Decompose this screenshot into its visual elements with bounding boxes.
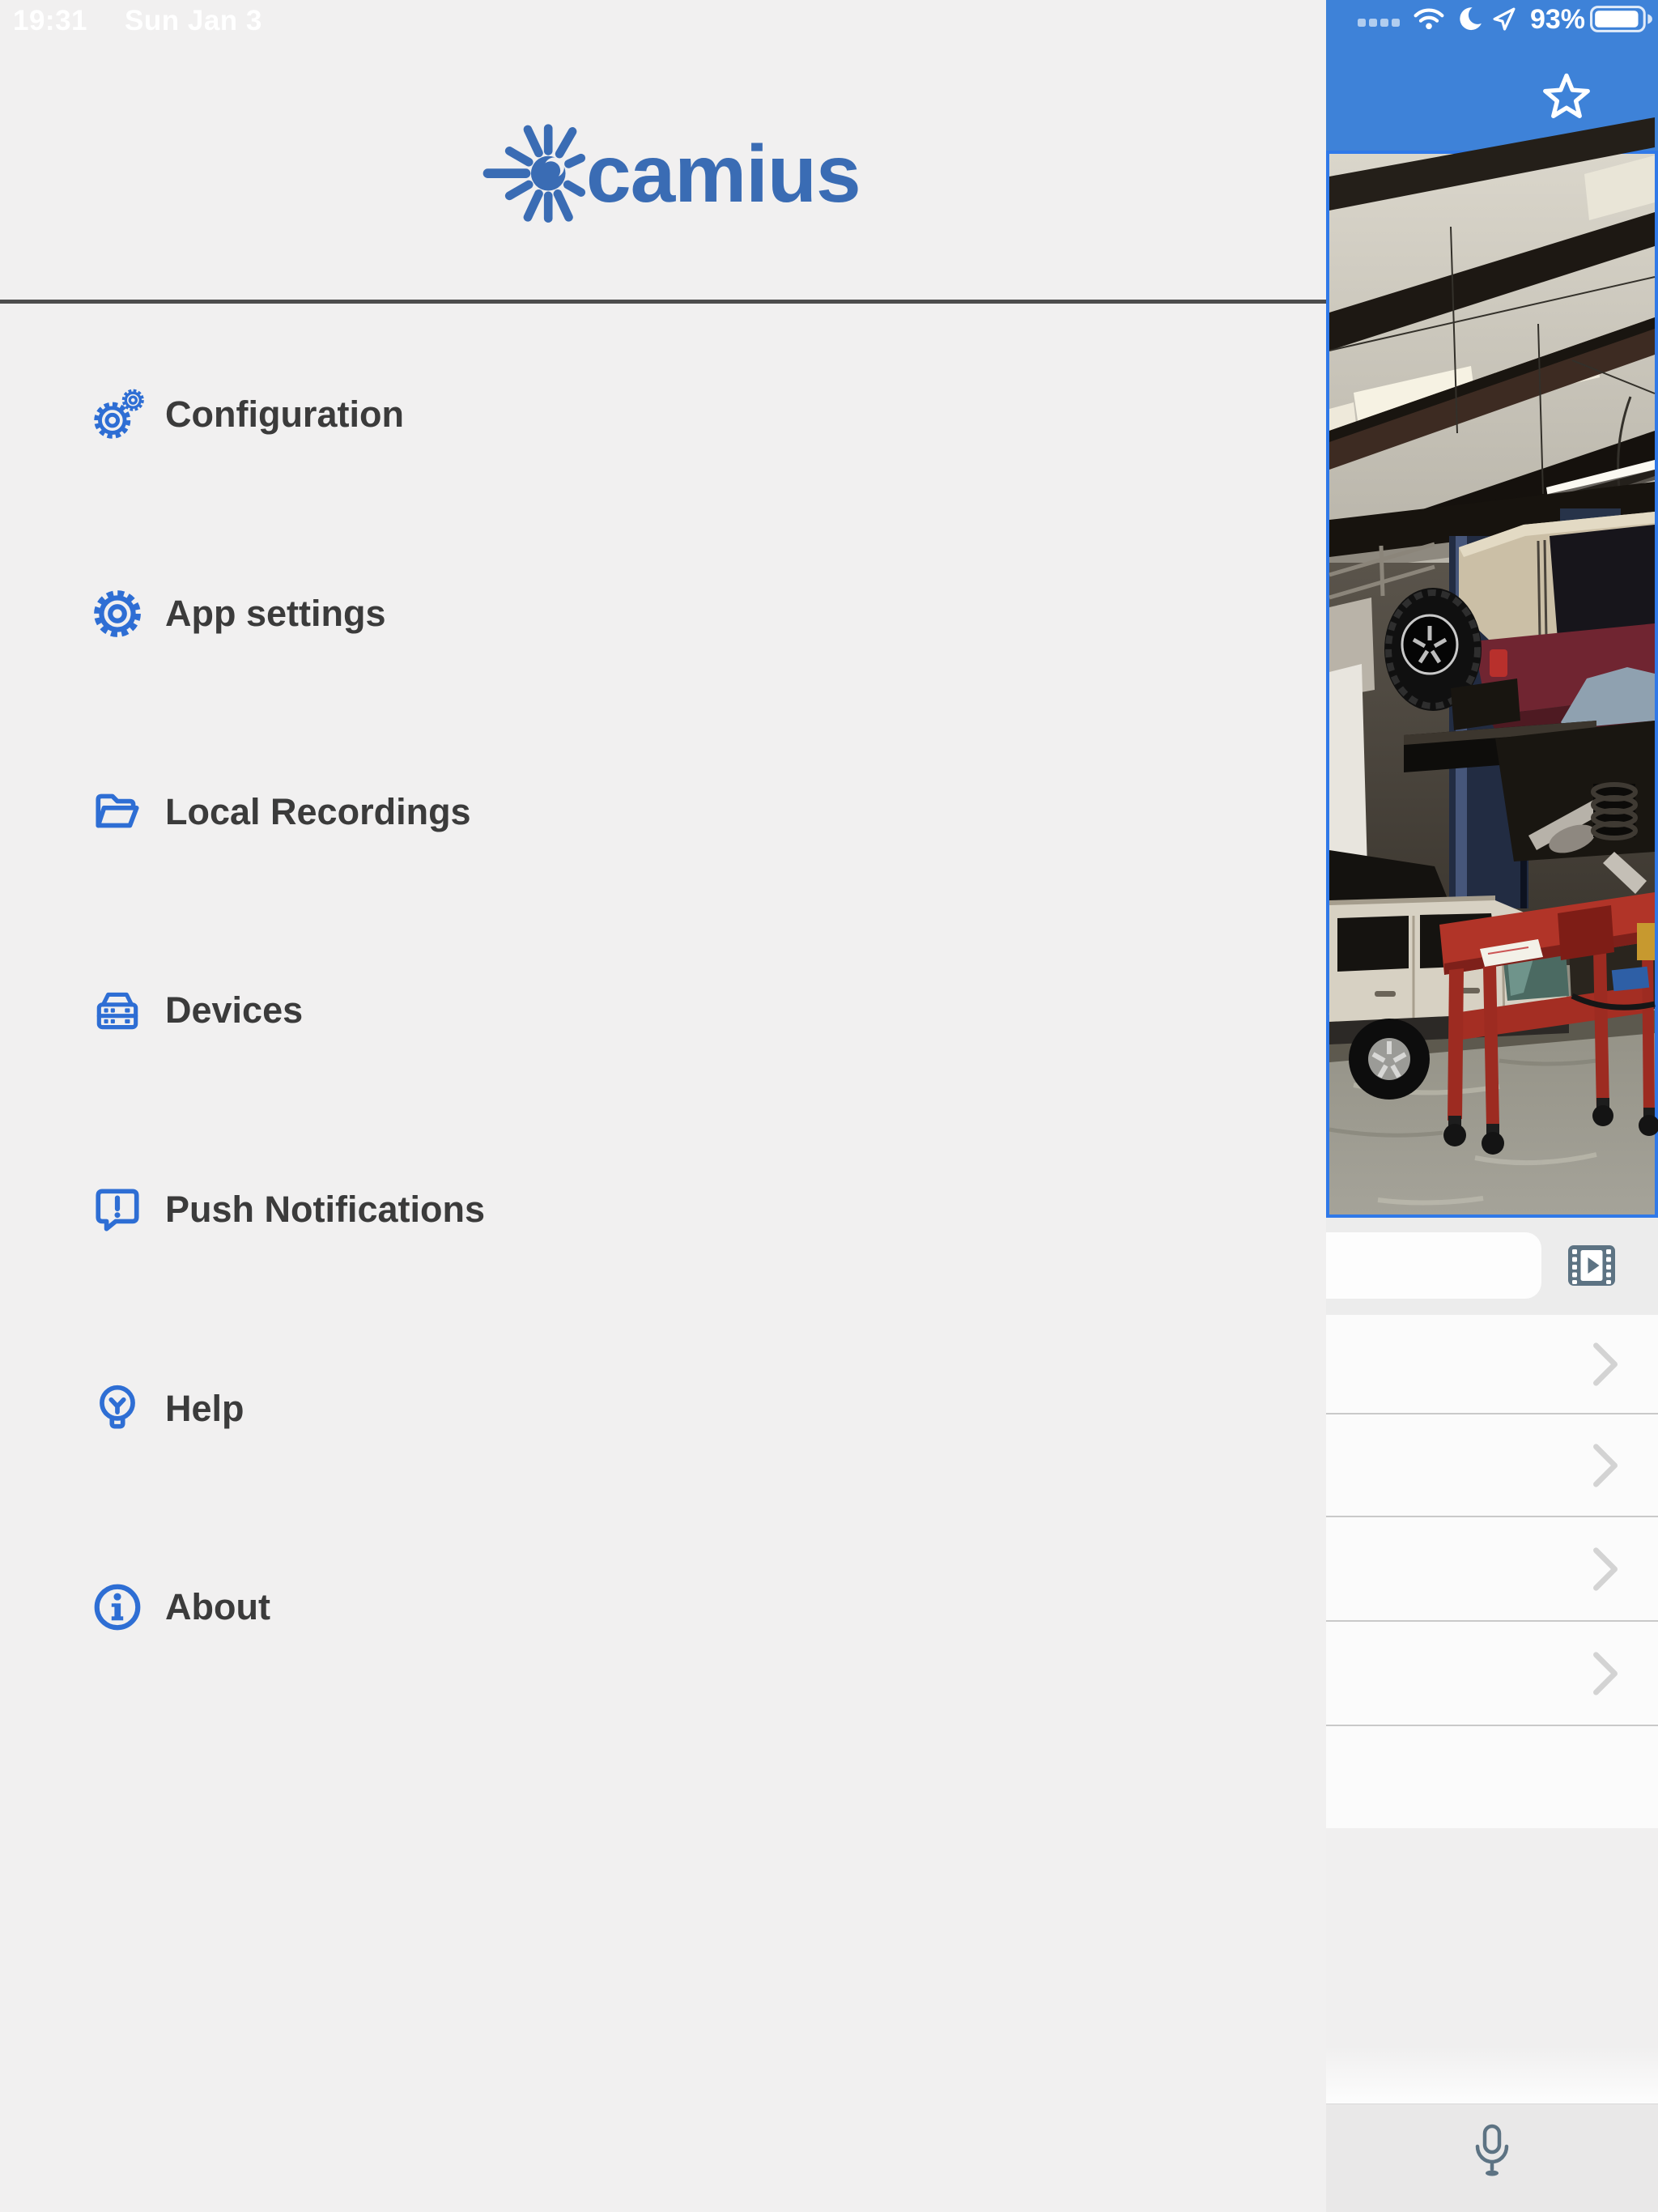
folder-icon (91, 785, 144, 839)
content-background (1326, 1828, 1658, 2104)
list-row[interactable] (1326, 1315, 1658, 1414)
location-arrow-icon (1493, 7, 1516, 30)
drawer-item-devices[interactable]: Devices (0, 964, 1326, 1057)
statusbar-left: 19:31 Sun Jan 3 (13, 5, 262, 37)
dvr-icon (91, 984, 144, 1037)
drawer-item-label: Help (165, 1388, 244, 1430)
drawer-item-label: Local Recordings (165, 791, 471, 833)
camera-toolbar (1326, 1218, 1658, 1315)
chevron-right-icon (1592, 1546, 1621, 1593)
chevron-right-icon (1592, 1341, 1621, 1388)
chevron-right-icon (1592, 1442, 1621, 1489)
drawer-item-label: Push Notifications (165, 1189, 485, 1231)
chevron-right-icon (1592, 1650, 1621, 1697)
film-play-icon (1566, 1240, 1618, 1291)
camera-snapshot-image (1329, 154, 1655, 1214)
playback-button[interactable] (1566, 1240, 1618, 1291)
drawer-item-configuration[interactable]: Configuration (0, 368, 1326, 461)
drawer-item-local-recordings[interactable]: Local Recordings (0, 766, 1326, 858)
talk-button[interactable] (1471, 2124, 1513, 2182)
gear-icon (91, 587, 144, 640)
camera-live-view-tile[interactable] (1326, 151, 1658, 1218)
statusbar-time: 19:31 (13, 5, 87, 36)
wifi-icon (1414, 7, 1444, 30)
drawer-divider (0, 300, 1326, 304)
brand-logo: camius (0, 113, 1326, 235)
drawer-item-push-notifications[interactable]: Push Notifications (0, 1163, 1326, 1256)
drawer-item-about[interactable]: About (0, 1561, 1326, 1653)
dnd-moon-icon (1458, 6, 1482, 31)
toolbar-pill[interactable] (1305, 1232, 1541, 1299)
side-drawer: 19:31 Sun Jan 3 camius (0, 0, 1326, 2212)
drawer-item-app-settings[interactable]: App settings (0, 568, 1326, 660)
drawer-item-help[interactable]: Help (0, 1363, 1326, 1455)
camius-sunburst-icon (481, 120, 585, 223)
drawer-item-label: Configuration (165, 393, 404, 436)
list-row[interactable] (1326, 1517, 1658, 1622)
lightbulb-icon (91, 1382, 144, 1436)
bottom-toolbar (1326, 2104, 1658, 2212)
battery-icon (1590, 6, 1653, 32)
microphone-icon (1471, 2124, 1513, 2180)
main-panel: 93% (1326, 0, 1658, 2212)
star-icon (1539, 70, 1594, 125)
info-icon (91, 1580, 144, 1634)
drawer-item-label: App settings (165, 593, 386, 635)
list-row[interactable] (1326, 1622, 1658, 1726)
list-row[interactable] (1326, 1414, 1658, 1517)
favorite-star-button[interactable] (1539, 70, 1594, 125)
brand-wordmark: camius (586, 113, 861, 235)
drawer-item-label: Devices (165, 989, 303, 1032)
notification-bubble-icon (91, 1183, 144, 1236)
cellular-dots-icon (1357, 18, 1404, 28)
battery-percent: 93% (1525, 2, 1585, 37)
gears-icon (91, 388, 144, 441)
list-row[interactable] (1326, 1726, 1658, 1828)
drawer-item-label: About (165, 1586, 270, 1628)
statusbar-date: Sun Jan 3 (125, 5, 262, 36)
